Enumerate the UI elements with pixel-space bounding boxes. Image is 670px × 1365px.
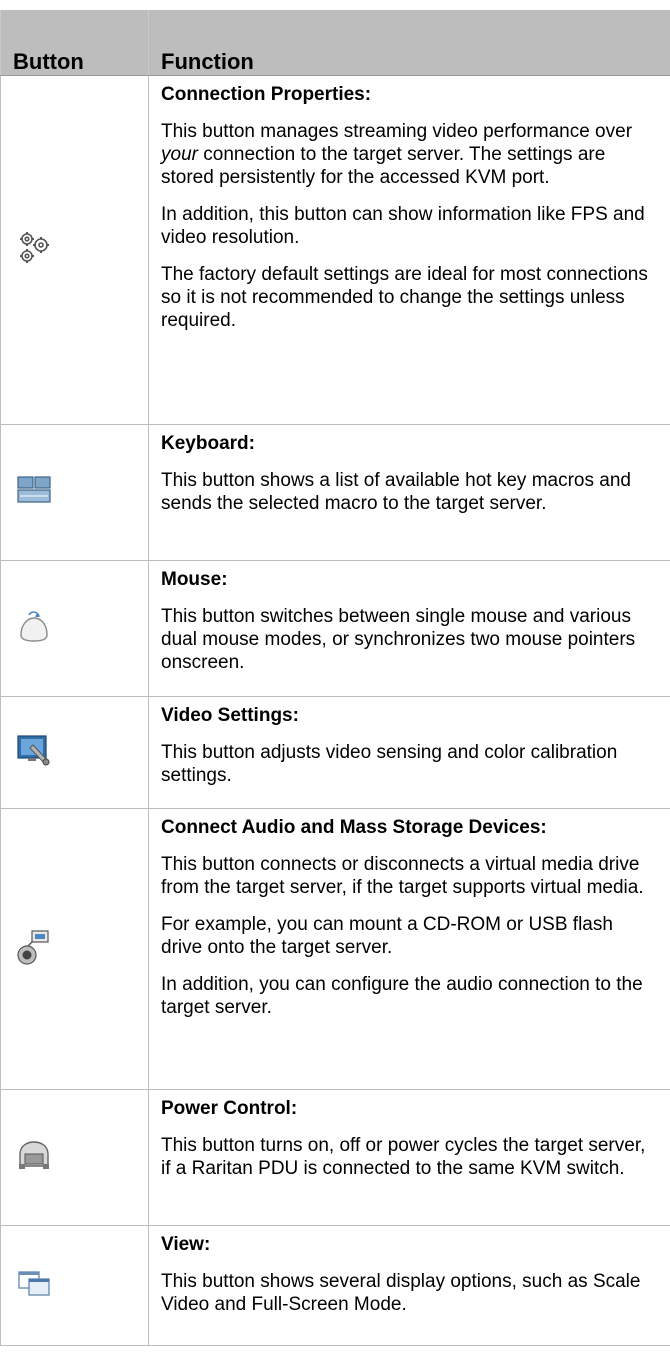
row-title: Connection Properties [161, 84, 365, 105]
header-function: Function [148, 10, 670, 76]
table-row: Mouse: This button switches between sing… [0, 560, 670, 697]
row-title: Keyboard [161, 433, 249, 454]
icon-cell [0, 424, 149, 561]
row-paragraph: This button manages streaming video perf… [161, 121, 633, 188]
icon-cell [0, 560, 149, 697]
row-paragraph: This button shows a list of available ho… [161, 470, 631, 514]
icon-cell [0, 696, 149, 809]
icon-cell [0, 75, 149, 425]
row-paragraph: This button switches between single mous… [161, 606, 636, 673]
icon-cell [0, 1089, 149, 1226]
table-row: Keyboard: This button shows a list of av… [0, 424, 670, 561]
row-paragraph: This button adjusts video sensing and co… [161, 742, 618, 786]
icon-cell [0, 1225, 149, 1346]
audio-media-icon[interactable] [15, 928, 53, 966]
row-title: Connect Audio and Mass Storage Devices [161, 817, 541, 838]
row-paragraph: This button connects or disconnects a vi… [161, 854, 644, 898]
table-row: View: This button shows several display … [0, 1225, 670, 1346]
function-cell: Connection Properties: This button manag… [148, 75, 670, 425]
power-control-icon[interactable] [15, 1136, 53, 1174]
table-header-row: Button Function [0, 10, 670, 76]
table-row: Video Settings: This button adjusts vide… [0, 696, 670, 809]
video-settings-icon[interactable] [15, 731, 53, 769]
function-cell: Connect Audio and Mass Storage Devices: … [148, 808, 670, 1090]
row-paragraph: In addition, this button can show inform… [161, 204, 645, 248]
view-icon[interactable] [15, 1264, 53, 1302]
function-cell: View: This button shows several display … [148, 1225, 670, 1346]
table-row: Connection Properties: This button manag… [0, 75, 670, 425]
row-title: Mouse [161, 569, 222, 590]
function-cell: Mouse: This button switches between sing… [148, 560, 670, 697]
row-title: View [161, 1234, 204, 1255]
icon-cell [0, 808, 149, 1090]
table-row: Power Control: This button turns on, off… [0, 1089, 670, 1226]
function-cell: Video Settings: This button adjusts vide… [148, 696, 670, 809]
row-title: Video Settings [161, 705, 293, 726]
row-paragraph: This button turns on, off or power cycle… [161, 1135, 646, 1179]
header-button: Button [0, 10, 149, 76]
function-cell: Power Control: This button turns on, off… [148, 1089, 670, 1226]
row-paragraph: This button shows several display option… [161, 1271, 641, 1315]
button-function-table: Button Function Connection Properties: T… [0, 10, 670, 1346]
mouse-icon[interactable] [15, 607, 53, 645]
table-row: Connect Audio and Mass Storage Devices: … [0, 808, 670, 1090]
row-paragraph: The factory default settings are ideal f… [161, 264, 648, 331]
row-paragraph: For example, you can mount a CD-ROM or U… [161, 914, 613, 958]
function-cell: Keyboard: This button shows a list of av… [148, 424, 670, 561]
row-paragraph: In addition, you can configure the audio… [161, 974, 643, 1018]
keyboard-icon[interactable] [15, 471, 53, 509]
gears-icon[interactable] [15, 229, 53, 267]
row-title: Power Control [161, 1098, 291, 1119]
